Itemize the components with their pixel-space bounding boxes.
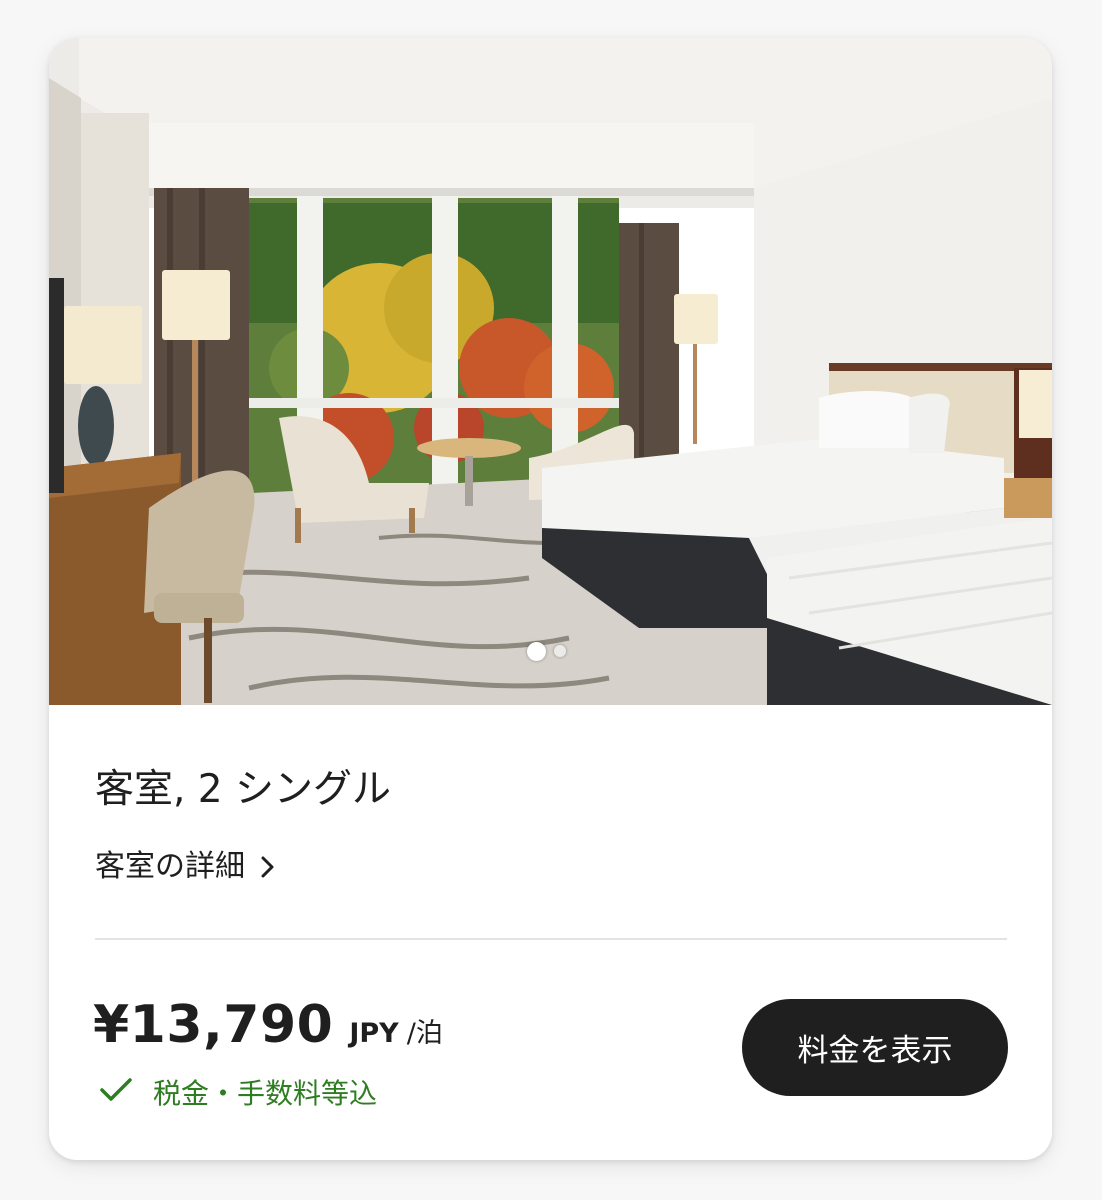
room-details-label: 客室の詳細 (95, 849, 245, 884)
room-details-link[interactable]: 客室の詳細 (95, 845, 275, 889)
carousel-dot-2[interactable] (554, 645, 566, 657)
price-amount: ¥13,790 (93, 995, 334, 1055)
show-rates-button[interactable]: 料金を表示 (742, 999, 1008, 1096)
tax-note-text: 税金・手数料等込 (153, 1077, 378, 1110)
checkmark-icon (99, 1074, 133, 1114)
room-photo[interactable] (49, 38, 1052, 705)
room-title: 客室, 2 シングル (95, 767, 392, 812)
price-display: ¥13,790 JPY /泊 (93, 994, 443, 1056)
room-photo-illustration (49, 38, 1052, 705)
room-card: 客室, 2 シングル 客室の詳細 ¥13,790 JPY /泊 税金・手数料等込… (49, 38, 1052, 1160)
section-divider (95, 938, 1007, 940)
chevron-right-icon (261, 856, 275, 878)
carousel-indicator[interactable] (527, 641, 566, 661)
carousel-dot-1[interactable] (527, 641, 546, 661)
price-unit: /泊 (406, 1018, 443, 1049)
tax-included-note: 税金・手数料等込 (99, 1074, 377, 1114)
price-currency: JPY (349, 1018, 399, 1049)
